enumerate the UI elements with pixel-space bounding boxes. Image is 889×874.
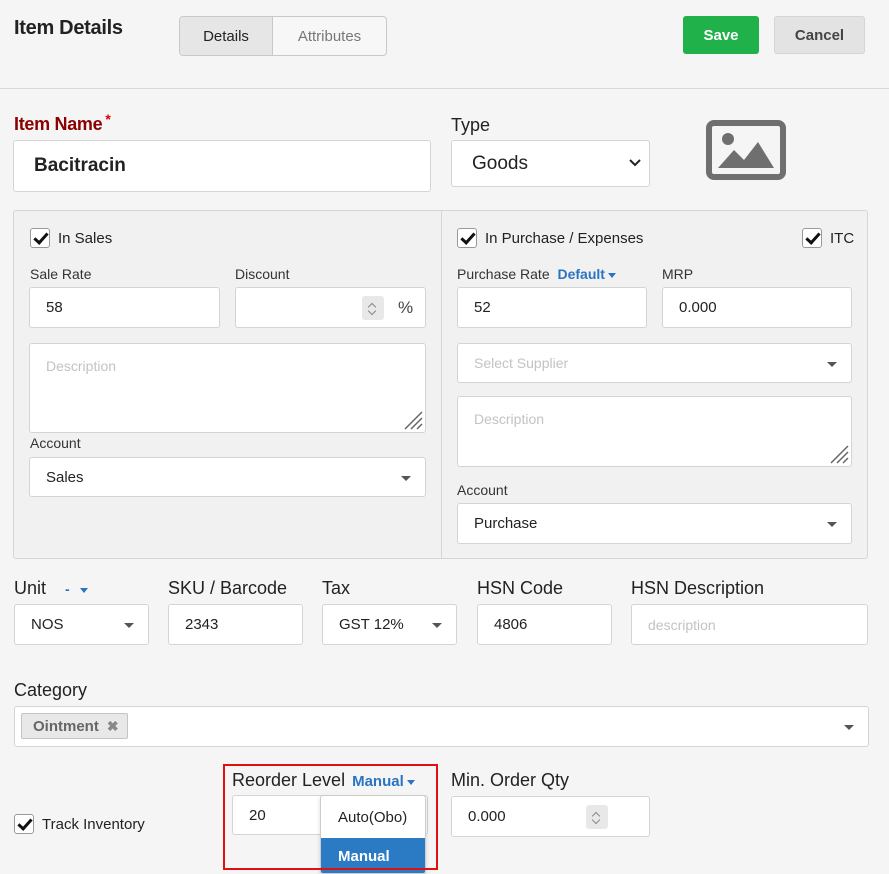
tab-group: Details Attributes: [179, 16, 387, 56]
purchase-rate-label-text: Purchase Rate: [457, 266, 550, 282]
unit-mode-dropdown[interactable]: -: [65, 581, 88, 597]
item-name-label: Item Name *: [14, 111, 111, 135]
save-button[interactable]: Save: [683, 16, 759, 54]
tax-value: GST 12%: [339, 616, 404, 633]
in-purchase-checkbox[interactable]: In Purchase / Expenses: [457, 228, 643, 248]
checkbox-checked-icon[interactable]: [14, 814, 34, 834]
sales-account-label: Account: [30, 435, 81, 451]
tax-select[interactable]: GST 12%: [322, 604, 457, 645]
min-order-qty-stepper[interactable]: [586, 805, 608, 829]
type-label: Type: [451, 115, 491, 135]
caret-down-icon: [827, 522, 837, 527]
purchase-rate-mode: Default: [557, 266, 605, 282]
sales-account-value: Sales: [46, 468, 84, 486]
itc-label: ITC: [830, 229, 855, 247]
checkbox-checked-icon[interactable]: [30, 228, 50, 248]
track-inventory-label: Track Inventory: [42, 815, 145, 833]
purchase-rate-mode-dropdown[interactable]: Default: [558, 266, 616, 282]
min-order-qty-label: Min. Order Qty: [451, 770, 570, 790]
image-placeholder-icon[interactable]: [706, 120, 786, 180]
sku-label: SKU / Barcode: [168, 578, 288, 598]
hsn-description-input[interactable]: description: [631, 604, 868, 645]
unit-label-text: Unit: [14, 578, 47, 598]
unit-value: NOS: [31, 616, 64, 633]
supplier-placeholder: Select Supplier: [474, 355, 569, 371]
resize-handle-icon[interactable]: [403, 410, 423, 430]
checkbox-checked-icon[interactable]: [457, 228, 477, 248]
caret-down-icon: [124, 623, 134, 628]
caret-down-icon: [79, 587, 88, 593]
discount-stepper[interactable]: [362, 296, 384, 320]
tab-details[interactable]: Details: [180, 17, 273, 55]
type-value: Goods: [472, 152, 528, 174]
unit-mode: -: [65, 581, 70, 597]
mrp-input[interactable]: 0.000: [662, 287, 852, 328]
item-name-input[interactable]: Bacitracin: [13, 140, 431, 192]
category-label: Category: [14, 680, 88, 700]
sale-rate-input[interactable]: 58: [29, 287, 220, 328]
itc-checkbox[interactable]: ITC: [802, 228, 854, 248]
discount-label: Discount: [235, 266, 290, 282]
in-sales-label: In Sales: [58, 229, 113, 247]
chevron-down-icon: [629, 159, 641, 167]
purchase-account-label: Account: [457, 482, 508, 498]
highlight-box: [223, 764, 438, 870]
sku-input[interactable]: 2343: [168, 604, 303, 645]
purchase-rate-input[interactable]: 52: [457, 287, 647, 328]
caret-down-icon: [827, 362, 837, 367]
in-purchase-label: In Purchase / Expenses: [485, 229, 644, 247]
page-title: Item Details: [14, 17, 123, 39]
category-tag-label: Ointment: [33, 717, 99, 735]
hsn-code-input[interactable]: 4806: [477, 604, 612, 645]
type-select[interactable]: Goods: [451, 140, 650, 187]
resize-handle-icon[interactable]: [829, 444, 849, 464]
discount-unit: %: [398, 298, 414, 317]
sales-description-placeholder: Description: [46, 358, 117, 374]
sale-rate-label: Sale Rate: [30, 266, 92, 282]
caret-down-icon: [607, 272, 616, 278]
sales-account-select[interactable]: Sales: [29, 457, 426, 497]
unit-label: Unit -: [14, 578, 88, 599]
sales-description-input[interactable]: Description: [29, 343, 426, 433]
item-name-label-text: Item Name: [14, 114, 103, 134]
caret-down-icon: [844, 725, 854, 730]
purchase-account-select[interactable]: Purchase: [457, 503, 852, 544]
panel-divider: [441, 211, 442, 558]
unit-select[interactable]: NOS: [14, 604, 149, 645]
track-inventory-checkbox[interactable]: Track Inventory: [14, 814, 145, 834]
tax-label: Tax: [322, 578, 351, 598]
hsn-code-label: HSN Code: [477, 578, 564, 598]
supplier-select[interactable]: Select Supplier: [457, 343, 852, 383]
checkbox-checked-icon[interactable]: [802, 228, 822, 248]
hsn-description-label: HSN Description: [631, 578, 765, 598]
remove-tag-icon[interactable]: ✖: [107, 718, 119, 735]
required-mark: *: [105, 111, 111, 127]
discount-input[interactable]: %: [235, 287, 426, 328]
mrp-label: MRP: [662, 266, 694, 282]
purchase-account-value: Purchase: [474, 515, 538, 532]
in-sales-checkbox[interactable]: In Sales: [30, 228, 112, 248]
purchase-description-input[interactable]: Description: [457, 396, 852, 467]
caret-down-icon: [432, 623, 442, 628]
cancel-button[interactable]: Cancel: [774, 16, 865, 54]
hsn-description-placeholder: description: [648, 616, 716, 633]
purchase-description-placeholder: Description: [474, 411, 545, 427]
header-bar: Item Details Details Attributes Save Can…: [0, 0, 889, 89]
min-order-qty-value: 0.000: [468, 808, 506, 825]
min-order-qty-input[interactable]: 0.000: [451, 796, 650, 837]
tab-attributes[interactable]: Attributes: [273, 17, 386, 55]
category-select[interactable]: [14, 706, 869, 747]
caret-down-icon: [401, 476, 411, 481]
category-tag: Ointment ✖: [21, 713, 128, 739]
purchase-rate-label: Purchase Rate Default: [457, 266, 616, 282]
